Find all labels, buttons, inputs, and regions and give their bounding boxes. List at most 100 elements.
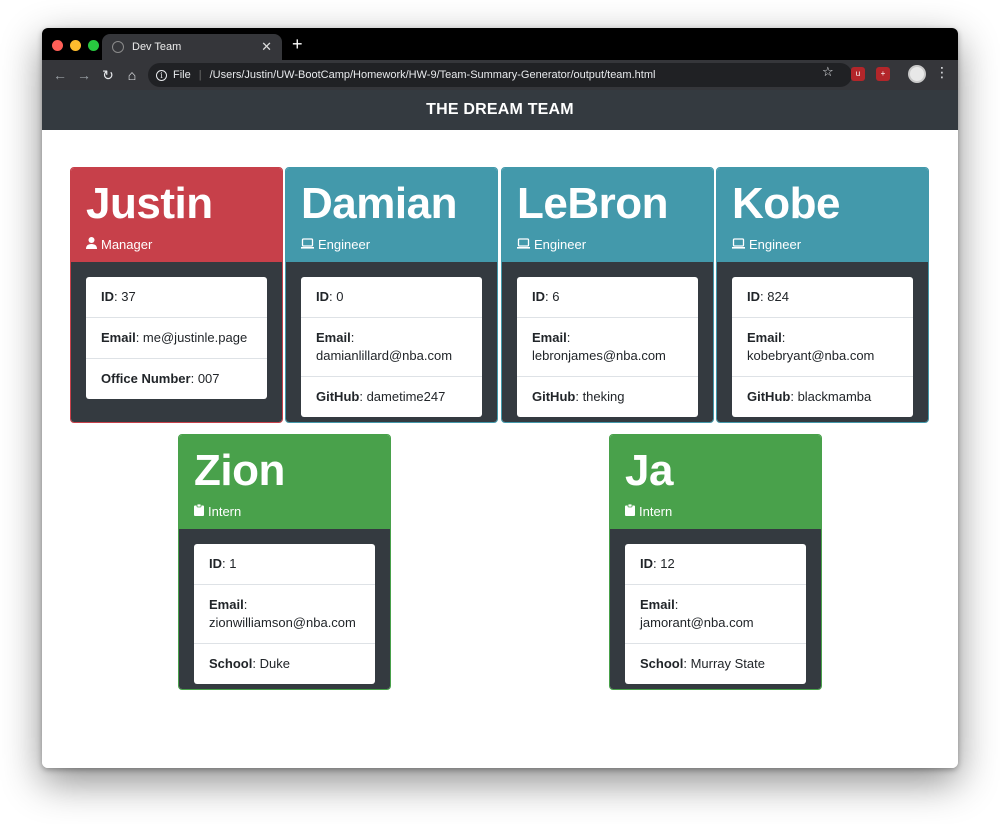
close-window-button[interactable] (52, 40, 63, 51)
tab-dev-team[interactable]: Dev Team ✕ (102, 34, 282, 60)
email-item: Email: jamorant@nba.com (625, 585, 806, 644)
field-label: Email (101, 330, 136, 345)
github-item: GitHub: blackmamba (747, 389, 872, 404)
url-separator: | (198, 69, 202, 81)
close-tab-button[interactable]: ✕ (261, 39, 272, 55)
email-item: Email: kobebryant@nba.com (732, 318, 913, 377)
home-icon[interactable]: ⌂ (120, 67, 144, 83)
role-label: Intern (208, 504, 242, 519)
card-body: ID: 1 Email: zionwilliamson@nba.com Schoo… (179, 529, 390, 689)
minimize-window-button[interactable] (70, 40, 81, 51)
role-label: Engineer (534, 237, 587, 252)
employee-name: Justin (86, 179, 213, 228)
employee-name: Damian (301, 179, 457, 228)
traffic-lights (52, 40, 99, 51)
field-label: Email (316, 330, 351, 345)
maximize-window-button[interactable] (88, 40, 99, 51)
id-value: 0 (336, 289, 344, 304)
email-item: Email: me@justinle.page (86, 318, 267, 359)
field-label: ID (209, 556, 222, 571)
bookmark-star-icon[interactable]: ☆ (822, 64, 834, 80)
forward-arrow-icon[interactable]: → (72, 67, 96, 83)
info-list: ID: 6 Email: lebronjames@nba.com GitHub: … (517, 277, 698, 417)
info-icon[interactable]: i (156, 69, 167, 81)
school-item: School: Duke (209, 656, 290, 671)
reload-icon[interactable]: ↻ (96, 67, 120, 84)
globe-icon (112, 41, 124, 53)
card-header: Damian Engineer (286, 168, 497, 262)
card-header: LeBron Engineer (502, 168, 713, 262)
card-body: ID: 824 Email: kobebryant@nba.com GitHub:… (717, 262, 928, 422)
new-tab-button[interactable]: + (292, 35, 303, 53)
employee-card-engineer: Damian Engineer ID: 0 Email: damianlillar… (285, 167, 498, 423)
page-title: THE DREAM TEAM (426, 101, 574, 118)
back-arrow-icon[interactable]: ← (48, 67, 72, 83)
field-label: GitHub (747, 389, 791, 404)
school-value: Murray State (690, 656, 765, 671)
role-label: Intern (639, 504, 673, 519)
card-body: ID: 6 Email: lebronjames@nba.com GitHub: … (502, 262, 713, 422)
field-label: School (640, 656, 684, 671)
email-value[interactable]: lebronjames@nba.com (532, 348, 666, 363)
employee-name: LeBron (517, 179, 669, 228)
browser-toolbar: ← → ↻ ⌂ i File | /Users/Justin/UW-BootCa… (42, 60, 958, 90)
employee-card-manager: Justin Manager ID: 37 Email: me@justinle… (70, 167, 283, 423)
profile-avatar[interactable] (908, 65, 926, 83)
email-value[interactable]: me@justinle.page (143, 330, 247, 345)
github-value[interactable]: blackmamba (798, 389, 872, 404)
field-label: Email (209, 597, 244, 612)
employee-card-intern: Ja Intern ID: 12 Email: jamorant@nba.com… (609, 434, 822, 690)
extension-plus-icon[interactable]: + (876, 67, 890, 81)
github-item: GitHub: dametime247 (316, 389, 446, 404)
email-value[interactable]: zionwilliamson@nba.com (209, 615, 356, 630)
email-value[interactable]: damianlillard@nba.com (316, 348, 452, 363)
employee-name: Ja (625, 446, 673, 495)
tab-strip: Dev Team ✕ + (42, 28, 958, 60)
employee-card-intern: Zion Intern ID: 1 Email: zionwilliamson@n… (178, 434, 391, 690)
user-tie-icon (86, 237, 97, 252)
url-text[interactable]: /Users/Justin/UW-BootCamp/Homework/HW-9/… (210, 69, 656, 81)
id-item: ID: 37 (86, 277, 267, 318)
page-content: THE DREAM TEAM Justin Manager ID: 37 Ema… (42, 90, 958, 768)
field-label: Office Number (101, 371, 191, 386)
office-number-item: Office Number: 007 (101, 371, 220, 386)
employee-role: Intern (625, 503, 821, 519)
field-label: ID (101, 289, 114, 304)
id-value: 1 (229, 556, 237, 571)
card-header: Kobe Engineer (717, 168, 928, 262)
clipboard-icon (625, 503, 635, 519)
id-item: ID: 6 (517, 277, 698, 318)
laptop-icon (517, 237, 530, 252)
id-value: 824 (767, 289, 789, 304)
address-bar[interactable]: i File | /Users/Justin/UW-BootCamp/Homew… (148, 63, 852, 87)
ublock-extension-icon[interactable]: u (851, 67, 865, 81)
field-label: Email (532, 330, 567, 345)
employee-card-engineer: LeBron Engineer ID: 6 Email: lebronjames@… (501, 167, 714, 423)
info-list: ID: 12 Email: jamorant@nba.com School: M… (625, 544, 806, 684)
card-body: ID: 0 Email: damianlillard@nba.com GitHub… (286, 262, 497, 422)
id-item: ID: 12 (625, 544, 806, 585)
employee-role: Intern (194, 503, 390, 519)
office-number-value: 007 (197, 371, 220, 386)
email-value[interactable]: kobebryant@nba.com (747, 348, 874, 363)
email-value[interactable]: jamorant@nba.com (640, 615, 754, 630)
github-value[interactable]: theking (583, 389, 625, 404)
menu-kebab-icon[interactable]: ⋮ (935, 64, 949, 81)
field-label: Email (640, 597, 675, 612)
github-value[interactable]: dametime247 (367, 389, 446, 404)
tab-title: Dev Team (132, 41, 182, 53)
laptop-icon (732, 237, 745, 252)
employee-card-engineer: Kobe Engineer ID: 824 Email: kobebryant@n… (716, 167, 929, 423)
field-label: Email (747, 330, 782, 345)
id-value: 12 (660, 556, 675, 571)
school-item: School: Murray State (640, 656, 765, 671)
role-label: Engineer (318, 237, 371, 252)
email-item: Email: lebronjames@nba.com (517, 318, 698, 377)
school-value: Duke (259, 656, 290, 671)
id-item: ID: 1 (194, 544, 375, 585)
id-item: ID: 0 (301, 277, 482, 318)
employee-role: Manager (86, 237, 282, 252)
email-item: Email: damianlillard@nba.com (301, 318, 482, 377)
id-value: 6 (552, 289, 560, 304)
field-label: GitHub (532, 389, 576, 404)
